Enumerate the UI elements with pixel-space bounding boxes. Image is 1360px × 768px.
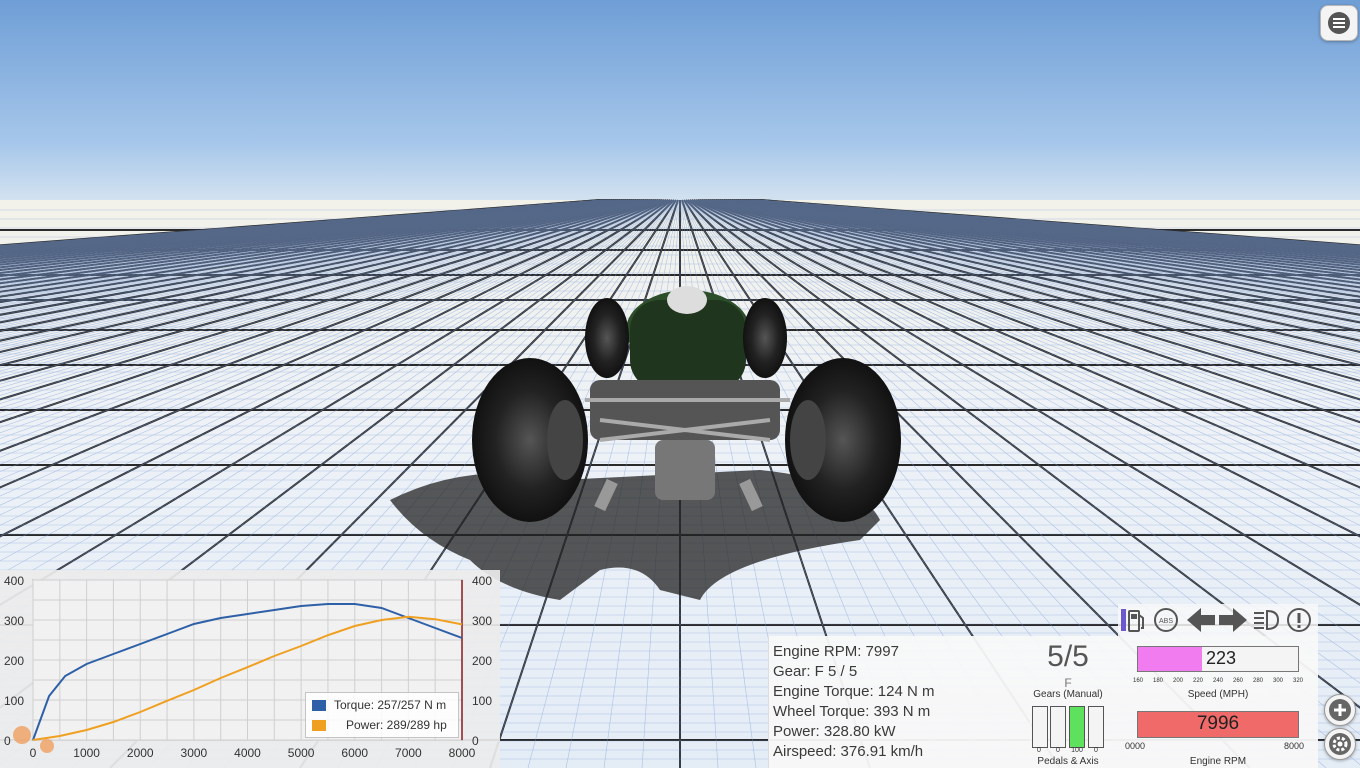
pedal-fill [1070,707,1084,747]
headlight-icon [1254,609,1280,631]
speed-tick: 320 [1292,678,1303,684]
abs-icon: ABS [1154,608,1178,632]
settings-icon [1329,733,1351,755]
x-tick-label: 8000 [449,746,476,760]
y-right-tick-label: 100 [472,694,492,708]
warning-icon [1287,608,1311,632]
y-right-tick-label: 400 [472,574,492,588]
pedal-value: 100 [1071,747,1083,754]
x-tick-label: 6000 [341,746,368,760]
y-right-tick-label: 300 [472,614,492,628]
rpm-min: 0000 [1125,741,1146,751]
svg-text:ABS: ABS [1159,618,1173,625]
y-left-tick-label: 200 [4,654,24,668]
x-tick-label: 3000 [181,746,208,760]
x-tick-label: 4000 [234,746,261,760]
add-app-button[interactable] [1324,694,1356,726]
pedal-value: 0 [1094,747,1098,754]
gear-text: Gear: F 5 / 5 [773,663,858,680]
graph-legend: Torque: 257/257 N m Power: 289/289 hp [305,692,459,738]
speed-fill [1138,647,1202,671]
torque-power-graph: 0 1000 2000 3000 4000 5000 6000 7000 8000 400 300 2… [0,570,500,768]
pedal-throttle-bar [1032,706,1048,748]
pedal-parking-bar [1088,706,1104,748]
engine-rpm-text: Engine RPM: 7997 [773,643,899,660]
x-tick-label: 2000 [127,746,154,760]
pedal-value: 0 [1037,747,1041,754]
rpm-marker [40,739,54,753]
speed-tick: 240 [1212,678,1223,684]
speed-value: 223 [1205,648,1237,668]
gear-mode: F [1064,676,1072,690]
gears-label: Gears (Manual) [1033,689,1103,700]
rpm-max: 8000 [1284,741,1305,751]
y-right-tick-label: 200 [472,654,492,668]
y-right-tick-label: 0 [472,734,479,748]
rpm-value: 7996 [1196,713,1240,734]
torque-label: Torque: 257/257 N m [334,698,447,712]
engine-torque-text: Engine Torque: 124 N m [773,683,935,700]
pedal-brake-bar [1050,706,1066,748]
y-left-tick-label: 0 [4,734,11,748]
y-left-tick-label: 100 [4,694,24,708]
rpm-label: Engine RPM [1189,756,1247,767]
hamburger-menu-icon [1328,12,1350,34]
speed-tick: 180 [1152,678,1163,684]
speed-label: Speed (MPH) [1187,689,1249,700]
speed-tick: 300 [1272,678,1283,684]
main-menu-button[interactable] [1320,5,1358,41]
right-signal-icon [1219,608,1247,632]
x-tick-label: 7000 [395,746,422,760]
speed-tick: 200 [1172,678,1183,684]
power-label: Power: 289/289 hp [346,718,447,732]
left-signal-icon [1187,608,1215,632]
legend-torque: Torque: 257/257 N m [312,697,446,713]
speed-tick: 220 [1192,678,1203,684]
add-icon [1329,699,1351,721]
pedals-label: Pedals & Axis [1037,756,1099,767]
pedal-clutch-bar [1069,706,1085,748]
x-tick-label: 5000 [288,746,315,760]
pedal-value: 0 [1056,747,1060,754]
y-left-tick-label: 300 [4,614,24,628]
fuel-icon [1121,609,1144,632]
legend-power: Power: 289/289 hp [312,717,447,733]
speed-tick: 280 [1252,678,1263,684]
x-tick-label: 1000 [73,746,100,760]
power-swatch [312,719,326,731]
y-left-tick-label: 400 [4,574,24,588]
wheel-torque-text: Wheel Torque: 393 N m [773,703,931,720]
gear-display: 5/5 [1047,640,1089,673]
airspeed-text: Airspeed: 376.91 km/h [773,743,924,760]
x-tick-label: 0 [30,746,37,760]
power-text: Power: 328.80 kW [773,723,896,740]
settings-button[interactable] [1324,728,1356,760]
speed-tick: 260 [1232,678,1243,684]
torque-swatch [312,699,326,711]
rpm-marker [13,726,31,744]
speed-tick: 160 [1132,678,1143,684]
